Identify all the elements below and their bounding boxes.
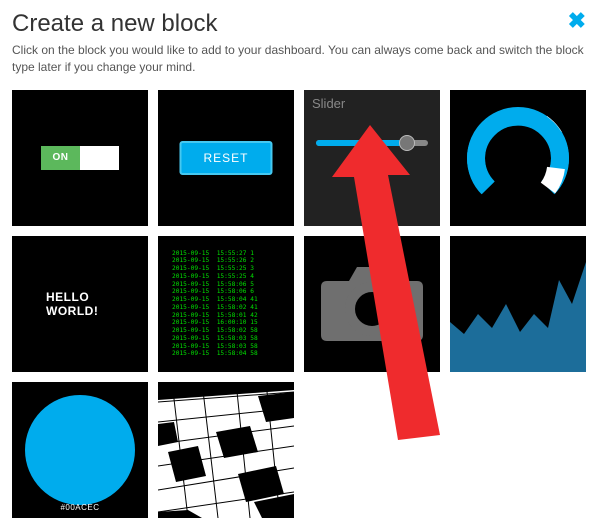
block-color[interactable]: #00ACEC — [12, 382, 148, 518]
block-line-chart[interactable] — [450, 236, 586, 372]
close-icon[interactable]: ✖ — [568, 8, 586, 34]
gauge-icon-overlay — [460, 100, 576, 216]
toggle-off-side — [80, 146, 119, 170]
slider-track-icon — [316, 140, 428, 146]
toggle-switch-icon: ON — [41, 146, 119, 170]
toggle-on-label: ON — [41, 146, 80, 170]
map-icon — [158, 382, 294, 518]
hello-world-label: HELLO WORLD! — [46, 290, 114, 318]
block-button[interactable]: RESET — [158, 90, 294, 226]
block-stream[interactable]: 2015-09-15 15:55:27 1 2015-09-15 15:55:2… — [158, 236, 294, 372]
reset-button-preview: RESET — [179, 141, 272, 175]
color-hex-label: #00ACEC — [12, 503, 148, 512]
area-chart-icon — [450, 236, 586, 372]
block-text[interactable]: HELLO WORLD! — [12, 236, 148, 372]
block-map[interactable] — [158, 382, 294, 518]
block-slider-title: Slider — [312, 96, 345, 111]
slider-fill — [316, 140, 403, 146]
block-gauge[interactable] — [450, 90, 586, 226]
block-toggle[interactable]: ON — [12, 90, 148, 226]
block-grid: ON RESET Slider HELLO WORLD! 2015-09-15 … — [12, 90, 588, 518]
color-circle-icon — [25, 395, 135, 505]
slider-thumb — [399, 135, 415, 151]
block-image[interactable] — [304, 236, 440, 372]
camera-icon — [317, 259, 427, 349]
page-subtitle: Click on the block you would like to add… — [12, 42, 588, 76]
block-slider[interactable]: Slider — [304, 90, 440, 226]
log-lines: 2015-09-15 15:55:27 1 2015-09-15 15:55:2… — [172, 250, 280, 358]
page-title: Create a new block — [12, 10, 588, 38]
